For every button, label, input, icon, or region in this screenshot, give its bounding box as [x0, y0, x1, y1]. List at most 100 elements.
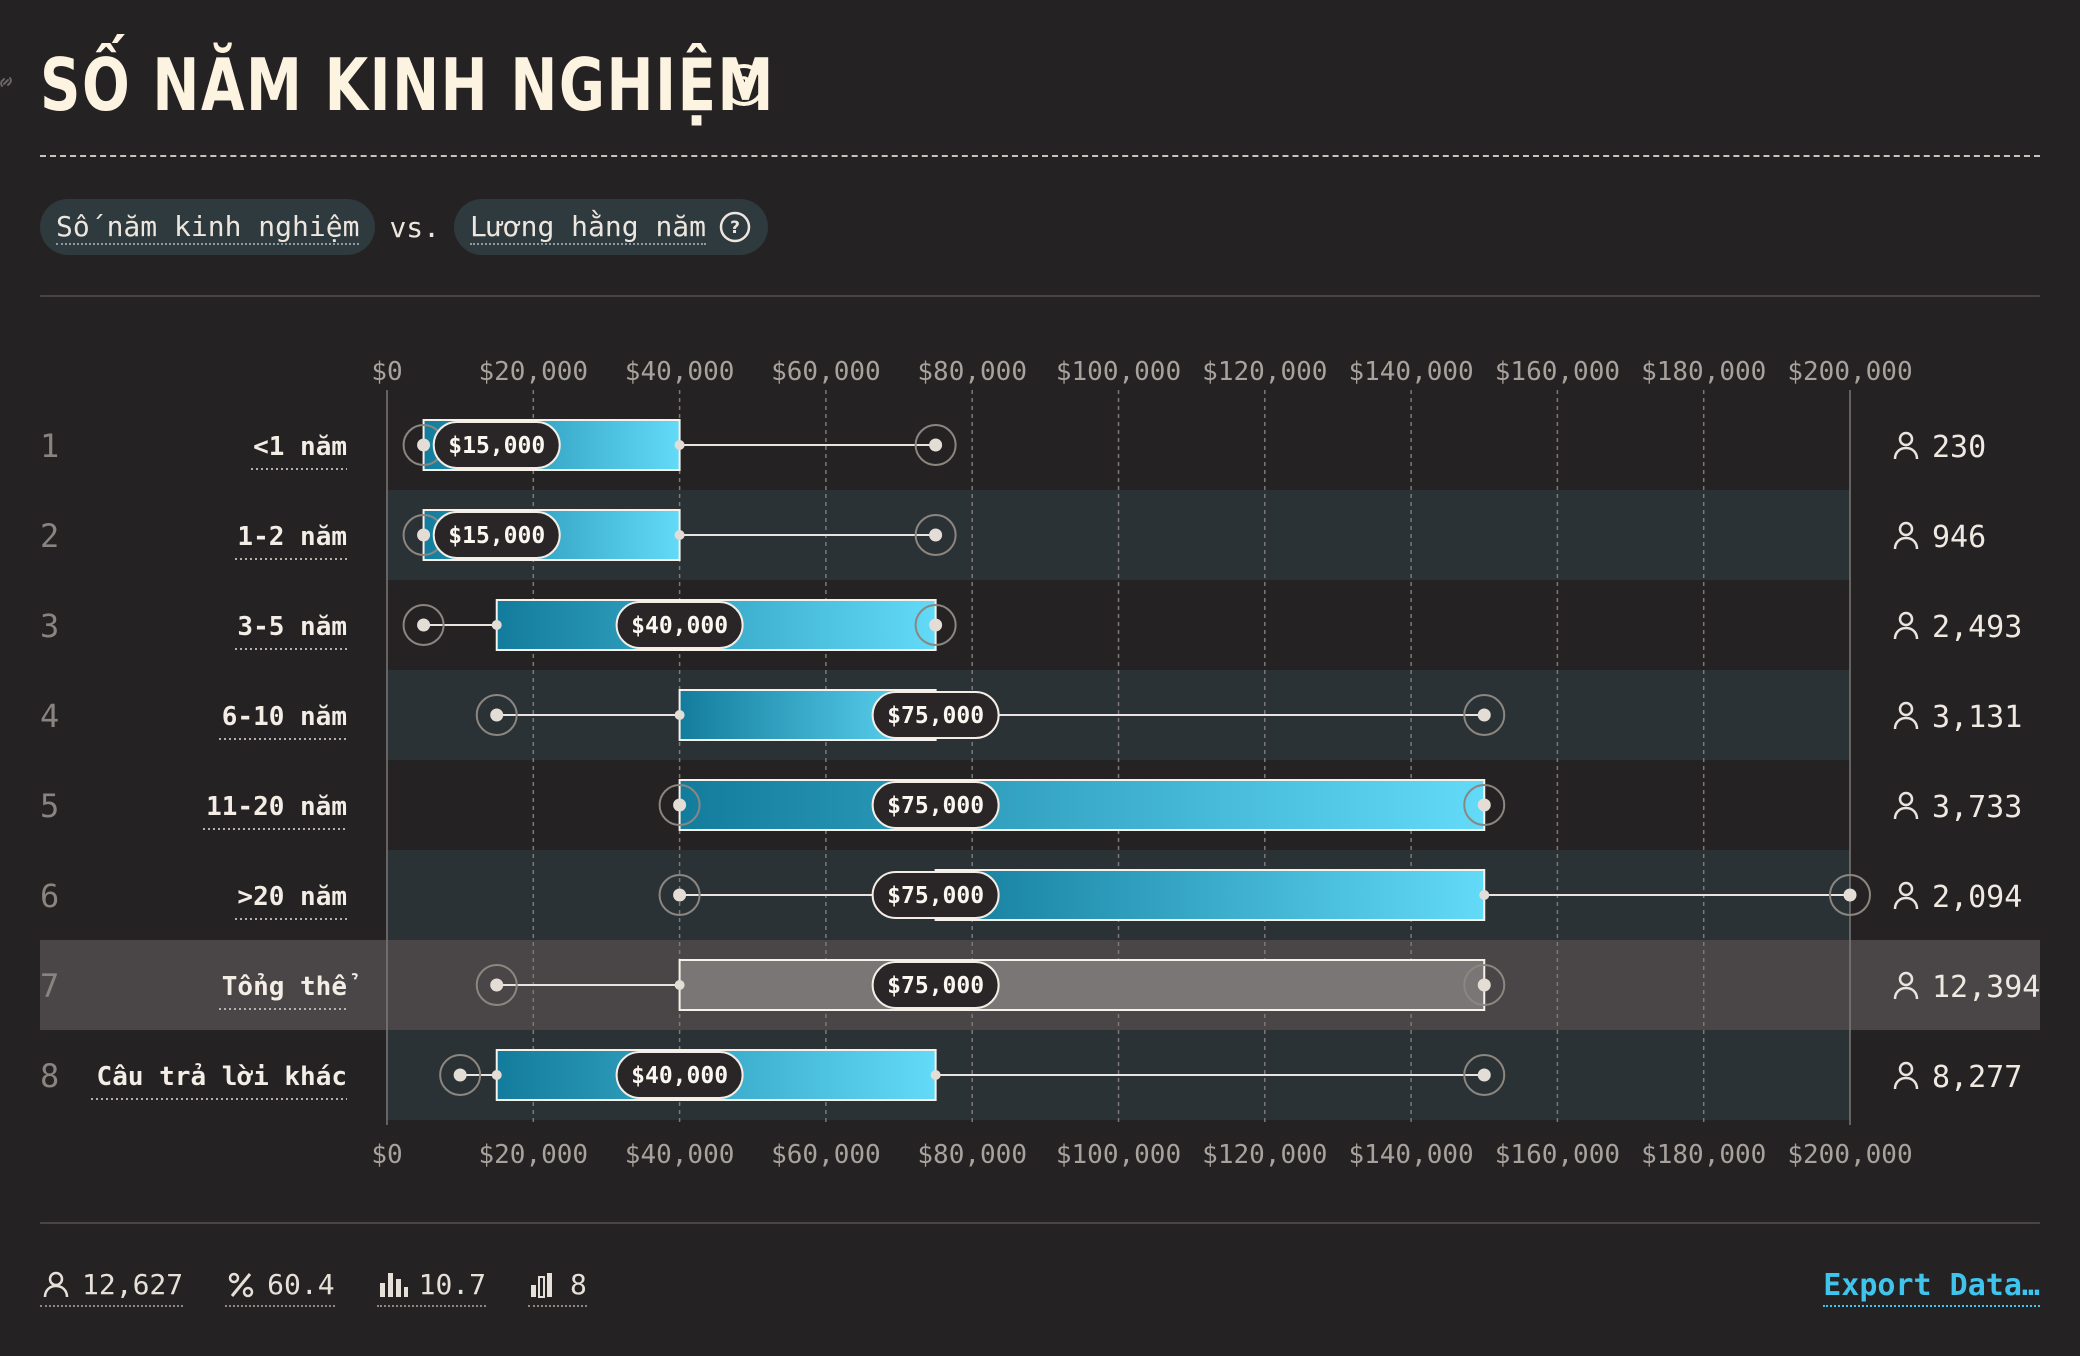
- x-tick-label-bottom: $40,000: [625, 1140, 735, 1170]
- iqr-box[interactable]: [678, 959, 1486, 1011]
- row-label[interactable]: 1-2 năm: [237, 522, 347, 552]
- iqr-box[interactable]: [934, 869, 1486, 921]
- salary-boxplot-chart: $0 $20,000 $40,000 $60,000 $80,000 $100,000 $1…: [40, 357, 2040, 1170]
- x-tick-label-bottom: $120,000: [1202, 1140, 1327, 1170]
- median-label: $15,000: [448, 433, 545, 459]
- row-index: 4: [40, 697, 59, 735]
- whisker-max-dot[interactable]: [929, 438, 943, 452]
- row-index: 6: [40, 877, 59, 915]
- score-value: 10.7: [418, 1268, 487, 1301]
- median-label: $40,000: [631, 1063, 728, 1089]
- stat-groups[interactable]: 8: [528, 1268, 587, 1307]
- whisker-min-dot[interactable]: [673, 888, 687, 902]
- x-tick-label-bottom: $100,000: [1056, 1140, 1181, 1170]
- x-tick-label-bottom: $60,000: [771, 1140, 881, 1170]
- row-label[interactable]: 11-20 năm: [206, 792, 347, 822]
- q3-dot: [674, 440, 685, 450]
- row-index: 3: [40, 607, 59, 645]
- boxplot-row[interactable]: 3 3-5 năm $40,000 2,493: [40, 599, 2022, 651]
- row-index: 1: [40, 427, 59, 465]
- row-count: 3,733: [1932, 790, 2022, 825]
- q1-dot: [674, 980, 685, 990]
- x-tick-label-top: $160,000: [1495, 357, 1620, 387]
- iqr-box[interactable]: [678, 779, 1486, 831]
- row-count: 3,131: [1932, 700, 2022, 735]
- x-tick-label-bottom: $200,000: [1787, 1140, 1912, 1170]
- row-count: 946: [1932, 520, 1986, 555]
- row-label[interactable]: >20 năm: [237, 882, 347, 912]
- x-tick-label-top: $140,000: [1348, 357, 1473, 387]
- whisker-max-dot[interactable]: [1477, 708, 1491, 722]
- row-count: 2,094: [1932, 880, 2022, 915]
- row-count: 230: [1932, 430, 1986, 465]
- person-icon: [1893, 791, 1919, 820]
- row-label[interactable]: 3-5 năm: [237, 612, 347, 642]
- person-icon: [1893, 521, 1919, 550]
- q3-dot: [674, 530, 685, 540]
- x-tick-label-bottom: $180,000: [1641, 1140, 1766, 1170]
- person-icon: [1893, 1061, 1919, 1090]
- q1-dot: [491, 1070, 502, 1080]
- row-index: 8: [40, 1057, 59, 1095]
- row-label[interactable]: 6-10 năm: [222, 702, 347, 732]
- person-icon: [1893, 701, 1919, 730]
- x-tick-label-bottom: $0: [371, 1140, 402, 1170]
- export-data-link[interactable]: Export Data…: [1823, 1268, 2040, 1307]
- q3-dot: [930, 1070, 941, 1080]
- q3-dot: [1479, 800, 1490, 810]
- stat-respondents[interactable]: 12,627: [40, 1268, 184, 1307]
- x-tick-label-bottom: $20,000: [479, 1140, 589, 1170]
- row-count: 8,277: [1932, 1060, 2022, 1095]
- row-count: 12,394: [1932, 970, 2040, 1005]
- x-tick-label-top: $180,000: [1641, 357, 1766, 387]
- whisker-min-dot[interactable]: [490, 978, 504, 992]
- row-index: 5: [40, 787, 59, 825]
- x-tick-label-top: $80,000: [917, 357, 1027, 387]
- whisker-min-dot[interactable]: [490, 708, 504, 722]
- row-index: 7: [40, 967, 59, 1005]
- q1-dot: [418, 530, 429, 540]
- x-tick-label-bottom: $160,000: [1495, 1140, 1620, 1170]
- percent-value: 60.4: [267, 1268, 335, 1301]
- row-label[interactable]: <1 năm: [253, 432, 347, 462]
- x-tick-label-bottom: $80,000: [917, 1140, 1027, 1170]
- whisker-min-dot[interactable]: [453, 1068, 467, 1082]
- row-label[interactable]: Tổng thể: [222, 972, 358, 1002]
- person-icon: [1893, 611, 1919, 640]
- whisker-max-dot[interactable]: [1477, 1068, 1491, 1082]
- x-tick-label-top: $100,000: [1056, 357, 1181, 387]
- columns-icon: [531, 1272, 553, 1298]
- percent-icon: [228, 1272, 254, 1297]
- q3-dot: [930, 620, 941, 630]
- x-tick-label-bottom: $140,000: [1348, 1140, 1473, 1170]
- row-label[interactable]: Câu trả lời khác: [97, 1062, 347, 1092]
- stat-percent[interactable]: 60.4: [225, 1268, 335, 1307]
- respondents-value: 12,627: [82, 1268, 184, 1301]
- x-tick-label-top: $20,000: [479, 357, 589, 387]
- whisker-max-dot[interactable]: [929, 528, 943, 542]
- q1-dot: [674, 710, 685, 720]
- boxplot-row[interactable]: 1 <1 năm $15,000 230: [40, 419, 1986, 471]
- median-label: $40,000: [631, 613, 728, 639]
- median-label: $75,000: [887, 883, 984, 909]
- stat-score[interactable]: 10.7: [376, 1268, 487, 1307]
- q3-dot: [1479, 980, 1490, 990]
- x-tick-label-top: $0: [371, 357, 402, 387]
- q3-dot: [1479, 890, 1490, 900]
- x-tick-label-top: $60,000: [771, 357, 881, 387]
- median-label: $15,000: [448, 523, 545, 549]
- q1-dot: [491, 620, 502, 630]
- row-index: 2: [40, 517, 59, 555]
- footer-stats: 12,627 60.4 10.7 8: [40, 1268, 629, 1307]
- whisker-min-dot[interactable]: [417, 618, 431, 632]
- groups-value: 8: [570, 1268, 587, 1301]
- x-tick-label-top: $120,000: [1202, 357, 1327, 387]
- x-tick-label-top: $200,000: [1787, 357, 1912, 387]
- median-label: $75,000: [887, 703, 984, 729]
- boxplot-row[interactable]: 5 11-20 năm $75,000 3,733: [40, 779, 2022, 831]
- person-icon: [1893, 881, 1919, 910]
- whisker-max-dot[interactable]: [1843, 888, 1857, 902]
- person-icon: [43, 1271, 69, 1297]
- q1-dot: [674, 800, 685, 810]
- median-label: $75,000: [887, 973, 984, 999]
